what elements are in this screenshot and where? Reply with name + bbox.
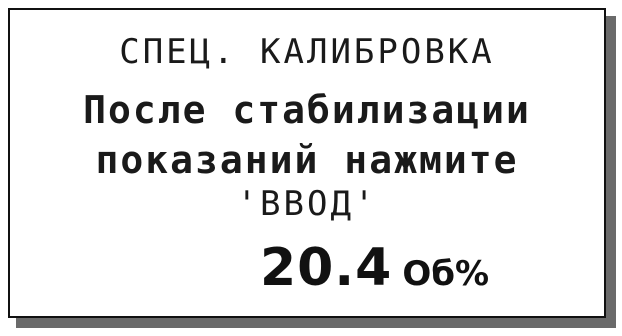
reading-unit: Об% bbox=[402, 254, 490, 294]
instruction-line-2: показаний нажмите bbox=[95, 138, 519, 182]
instruction-line-1: После стабилизации bbox=[83, 88, 531, 132]
instruction-line-3: 'ВВОД' bbox=[236, 184, 378, 224]
reading-value: 20.4 bbox=[260, 238, 393, 298]
measurement-reading: 20.4 Об% bbox=[260, 238, 489, 298]
screen-title: СПЕЦ. КАЛИБРОВКА bbox=[119, 32, 495, 72]
lcd-display: СПЕЦ. КАЛИБРОВКА После стабилизации пока… bbox=[8, 8, 606, 318]
